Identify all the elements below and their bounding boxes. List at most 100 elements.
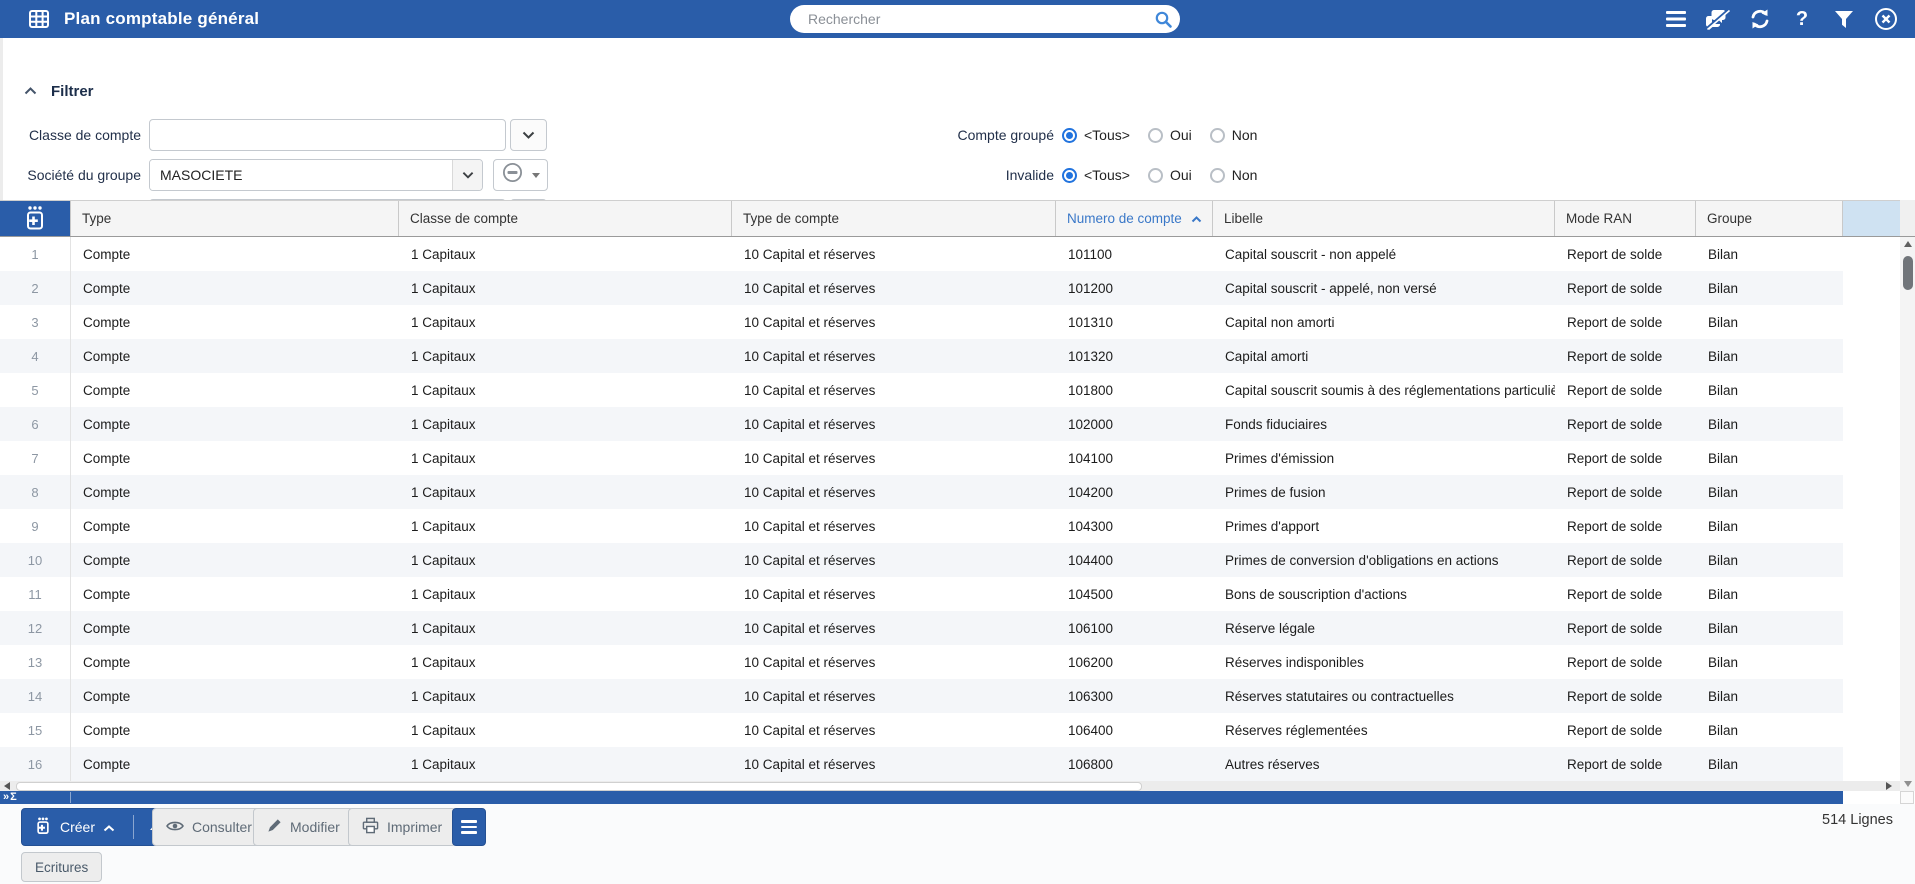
search-input[interactable] <box>790 11 1146 27</box>
classe-label: Classe de compte <box>28 127 141 143</box>
cell-num: 11 <box>0 577 71 611</box>
table-row[interactable]: 9 Compte 1 Capitaux 10 Capital et réserves 1… <box>0 509 1843 543</box>
societe-exclude-button[interactable] <box>493 159 548 191</box>
table-row[interactable]: 2 Compte 1 Capitaux 10 Capital et réserves 1… <box>0 271 1843 305</box>
caret-down-icon <box>532 172 540 178</box>
filter-collapse-toggle[interactable]: Filtrer <box>24 82 94 100</box>
table-row[interactable]: 16 Compte 1 Capitaux 10 Capital et réserves… <box>0 747 1843 781</box>
cell-libelle: Capital amorti <box>1225 348 1309 364</box>
horizontal-scrollbar[interactable] <box>0 781 1900 791</box>
cell-type_compte: 10 Capital et réserves <box>744 246 876 262</box>
column-header-type-compte[interactable]: Type de compte <box>732 201 1056 236</box>
societe-combobox <box>149 159 483 191</box>
table-row[interactable]: 14 Compte 1 Capitaux 10 Capital et réserves… <box>0 679 1843 713</box>
cell-classe: 1 Capitaux <box>411 484 476 500</box>
cell-mode_ran: Report de solde <box>1567 688 1663 704</box>
more-actions-button[interactable] <box>452 808 486 846</box>
table-row[interactable]: 10 Compte 1 Capitaux 10 Capital et réserves… <box>0 543 1843 577</box>
summary-strip: »Σ <box>0 791 1843 804</box>
vertical-scrollbar[interactable] <box>1900 237 1915 791</box>
cell-groupe: Bilan <box>1708 246 1739 262</box>
radio-option-tous[interactable]: <Tous> <box>1062 127 1130 143</box>
radio-option-non[interactable]: Non <box>1209 167 1257 183</box>
cell-type: Compte <box>83 518 131 534</box>
cell-libelle: Autres réserves <box>1225 756 1320 772</box>
cell-groupe: Bilan <box>1708 518 1739 534</box>
table-row[interactable]: 12 Compte 1 Capitaux 10 Capital et réserves… <box>0 611 1843 645</box>
cell-mode_ran: Report de solde <box>1567 756 1663 772</box>
menu-icon[interactable] <box>1663 6 1689 32</box>
radio-option-tous[interactable]: <Tous> <box>1062 167 1130 183</box>
cell-type: Compte <box>83 552 131 568</box>
ecritures-button[interactable]: Ecritures <box>21 852 103 882</box>
cell-mode_ran: Report de solde <box>1567 382 1663 398</box>
scroll-right-arrow[interactable] <box>1882 781 1896 791</box>
create-button[interactable]: Créer <box>21 808 170 846</box>
societe-label: Société du groupe <box>27 167 141 183</box>
table-row[interactable]: 5 Compte 1 Capitaux 10 Capital et réserves 1… <box>0 373 1843 407</box>
card-plus-icon <box>34 816 52 838</box>
table-row[interactable]: 15 Compte 1 Capitaux 10 Capital et réserves… <box>0 713 1843 747</box>
scroll-up-arrow[interactable] <box>1900 237 1915 251</box>
cell-classe: 1 Capitaux <box>411 620 476 636</box>
cell-groupe: Bilan <box>1708 450 1739 466</box>
radio-option-oui[interactable]: Oui <box>1147 127 1192 143</box>
column-header-classe[interactable]: Classe de compte <box>399 201 732 236</box>
search-icon[interactable] <box>1146 10 1180 29</box>
sort-asc-icon <box>1191 211 1202 226</box>
cell-mode_ran: Report de solde <box>1567 518 1663 534</box>
classe-input[interactable] <box>149 119 506 151</box>
column-header-mode-ran[interactable]: Mode RAN <box>1555 201 1696 236</box>
table-row[interactable]: 13 Compte 1 Capitaux 10 Capital et réserves… <box>0 645 1843 679</box>
table-row[interactable]: 8 Compte 1 Capitaux 10 Capital et réserves 1… <box>0 475 1843 509</box>
cell-type_compte: 10 Capital et réserves <box>744 756 876 772</box>
cell-type: Compte <box>83 756 131 772</box>
comments-slash-icon[interactable] <box>1705 6 1731 32</box>
cell-mode_ran: Report de solde <box>1567 348 1663 364</box>
refresh-icon[interactable] <box>1747 6 1773 32</box>
radio-group-compte-groupe: Compte groupé <Tous> Oui Non <box>763 120 1275 150</box>
column-header-type[interactable]: Type <box>71 201 399 236</box>
table-row[interactable]: 3 Compte 1 Capitaux 10 Capital et réserves 1… <box>0 305 1843 339</box>
search-box <box>790 5 1180 33</box>
societe-dropdown-button[interactable] <box>452 160 482 190</box>
table-row[interactable]: 6 Compte 1 Capitaux 10 Capital et réserves 1… <box>0 407 1843 441</box>
cell-mode_ran: Report de solde <box>1567 586 1663 602</box>
column-header-numero-sorted[interactable]: Numero de compte <box>1056 201 1213 236</box>
horizontal-scroll-thumb[interactable] <box>16 781 1142 791</box>
close-circle-icon[interactable] <box>1873 6 1899 32</box>
cell-type_compte: 10 Capital et réserves <box>744 450 876 466</box>
modify-button[interactable]: Modifier <box>253 808 354 846</box>
create-record-header-button[interactable] <box>0 201 71 236</box>
header-filler-cell <box>1843 201 1900 236</box>
column-header-libelle[interactable]: Libelle <box>1213 201 1555 236</box>
cell-classe: 1 Capitaux <box>411 314 476 330</box>
cell-libelle: Capital souscrit soumis à des réglementa… <box>1225 382 1555 398</box>
societe-input[interactable] <box>150 160 452 190</box>
table-row[interactable]: 11 Compte 1 Capitaux 10 Capital et réserves… <box>0 577 1843 611</box>
cell-groupe: Bilan <box>1708 348 1739 364</box>
cell-libelle: Réserves réglementées <box>1225 722 1368 738</box>
consult-button[interactable]: Consulter <box>152 808 266 846</box>
table-row[interactable]: 1 Compte 1 Capitaux 10 Capital et réserves 1… <box>0 237 1843 271</box>
eye-icon <box>166 819 184 835</box>
cell-mode_ran: Report de solde <box>1567 722 1663 738</box>
cell-num: 16 <box>0 747 71 781</box>
table-row[interactable]: 7 Compte 1 Capitaux 10 Capital et réserves 1… <box>0 441 1843 475</box>
radio-option-non[interactable]: Non <box>1209 127 1257 143</box>
print-button[interactable]: Imprimer <box>348 808 457 846</box>
radio-option-oui[interactable]: Oui <box>1147 167 1192 183</box>
column-header-groupe[interactable]: Groupe <box>1696 201 1843 236</box>
field-row-societe: Société du groupe <box>3 159 763 191</box>
cell-numero: 104400 <box>1068 552 1114 568</box>
classe-dropdown-button[interactable] <box>510 119 547 151</box>
cell-type: Compte <box>83 620 131 636</box>
vertical-scroll-thumb[interactable] <box>1902 256 1913 290</box>
scroll-left-arrow[interactable] <box>0 781 14 791</box>
filter-panel: Filtrer Classe de compte Société du grou… <box>0 38 1915 231</box>
filter-icon[interactable] <box>1831 6 1857 32</box>
cell-mode_ran: Report de solde <box>1567 450 1663 466</box>
table-row[interactable]: 4 Compte 1 Capitaux 10 Capital et réserves 1… <box>0 339 1843 373</box>
help-icon[interactable]: ? <box>1789 6 1815 32</box>
scroll-down-arrow[interactable] <box>1900 777 1915 791</box>
